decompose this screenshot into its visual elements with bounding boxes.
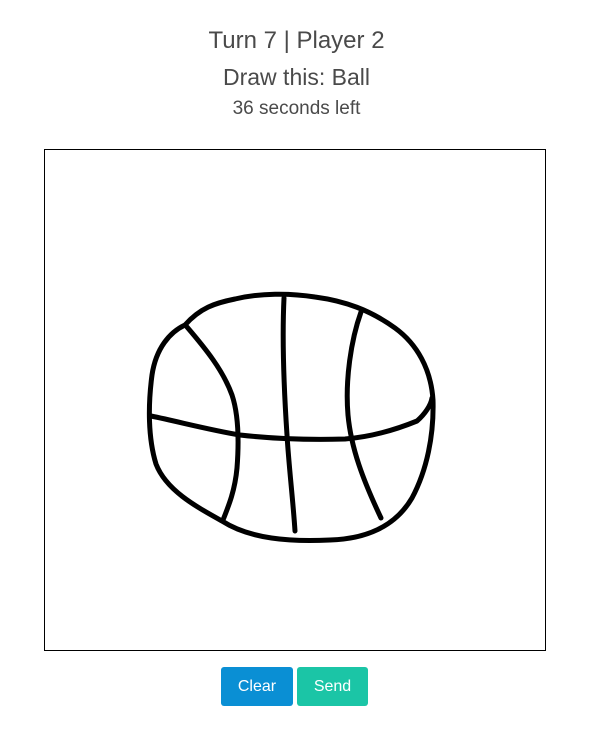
send-button[interactable]: Send [297,667,368,706]
ball-drawing [146,291,436,544]
drawing-canvas[interactable] [44,149,546,651]
ball-right-curve-seam [344,309,384,521]
ball-center-vertical-seam [280,295,298,534]
turn-player-label: Turn 7 | Player 2 [208,27,385,54]
drawing-surface[interactable] [45,150,545,650]
countdown-timer: 36 seconds left [232,98,361,119]
ball-horizontal-seam [148,395,435,442]
clear-button[interactable]: Clear [221,667,293,706]
draw-prompt-label: Draw this: Ball [223,64,370,90]
